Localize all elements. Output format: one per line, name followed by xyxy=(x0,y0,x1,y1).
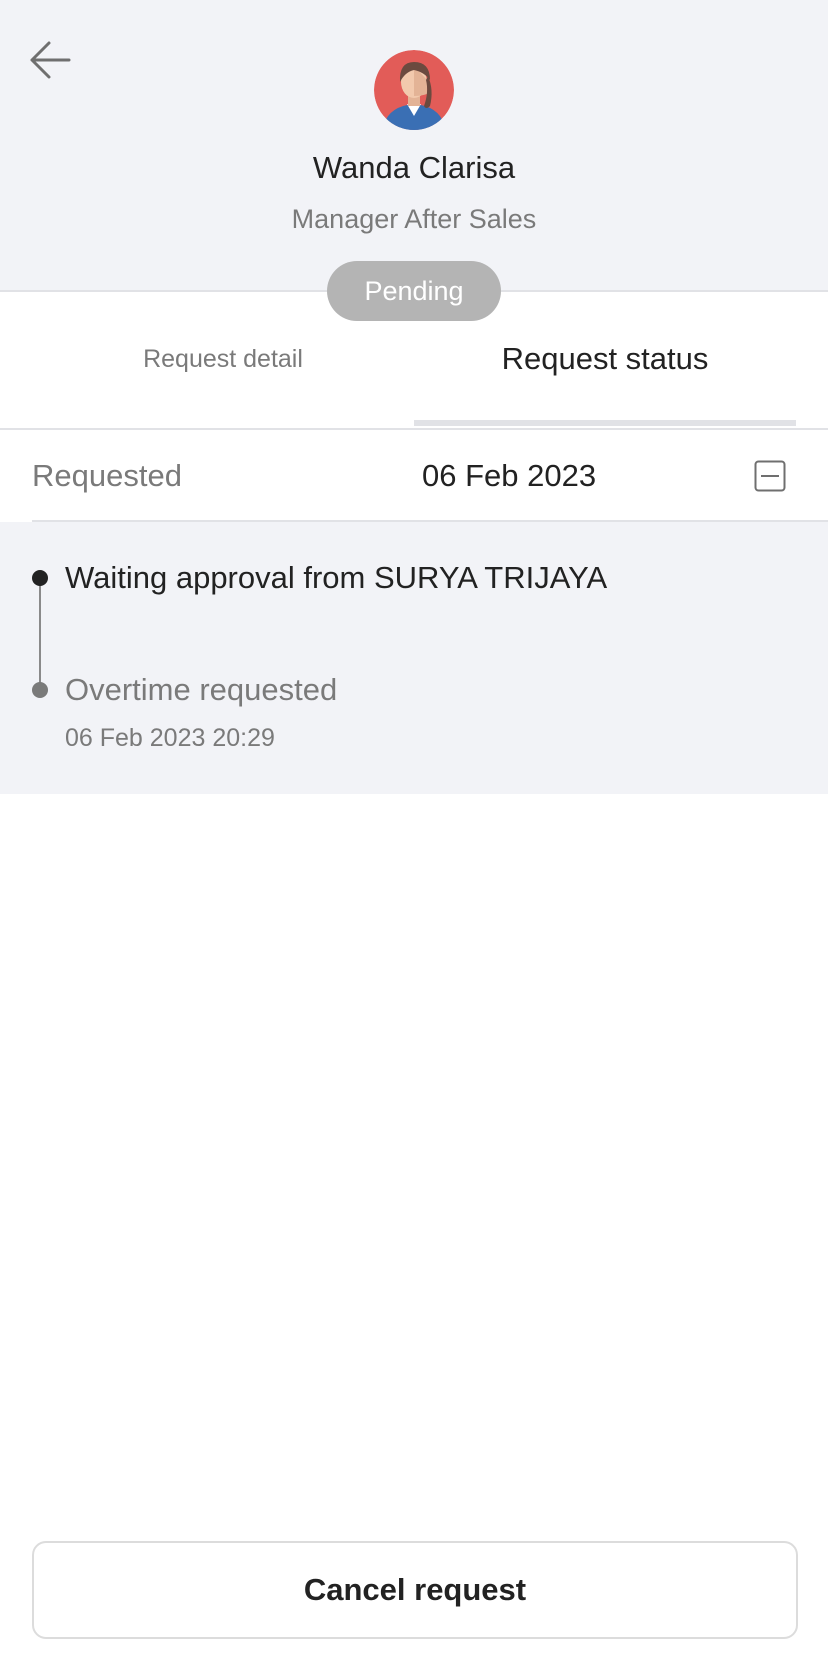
overtime-request-screen: Wanda Clarisa Manager After Sales Pendin… xyxy=(0,0,828,1663)
timeline-step-title: Waiting approval from SURYA TRIJAYA xyxy=(65,560,608,595)
timeline-step-time: 06 Feb 2023 20:29 xyxy=(65,724,275,752)
collapse-toggle-button[interactable] xyxy=(754,460,786,492)
requested-date: 06 Feb 2023 xyxy=(422,458,597,493)
employee-role: Manager After Sales xyxy=(291,204,537,234)
timeline-connector xyxy=(39,578,41,688)
requested-summary-row: Requested 06 Feb 2023 xyxy=(32,430,828,522)
status-timeline: Waiting approval from SURYA TRIJAYA Over… xyxy=(0,522,828,794)
timeline-step-title: Overtime requested xyxy=(65,672,338,707)
avatar xyxy=(374,50,454,130)
timeline-dot-current xyxy=(32,570,48,586)
active-tab-indicator xyxy=(414,420,796,426)
employee-name: Wanda Clarisa xyxy=(312,150,516,185)
status-badge: Pending xyxy=(327,261,501,321)
profile-header: Wanda Clarisa Manager After Sales xyxy=(0,0,828,292)
cancel-request-button[interactable]: Cancel request xyxy=(32,1541,798,1639)
female-avatar-icon xyxy=(374,50,454,130)
requested-label: Requested xyxy=(32,458,182,493)
timeline-dot-past xyxy=(32,682,48,698)
back-button[interactable] xyxy=(22,32,78,88)
collapse-icon xyxy=(754,460,786,492)
arrow-left-icon xyxy=(30,41,71,79)
